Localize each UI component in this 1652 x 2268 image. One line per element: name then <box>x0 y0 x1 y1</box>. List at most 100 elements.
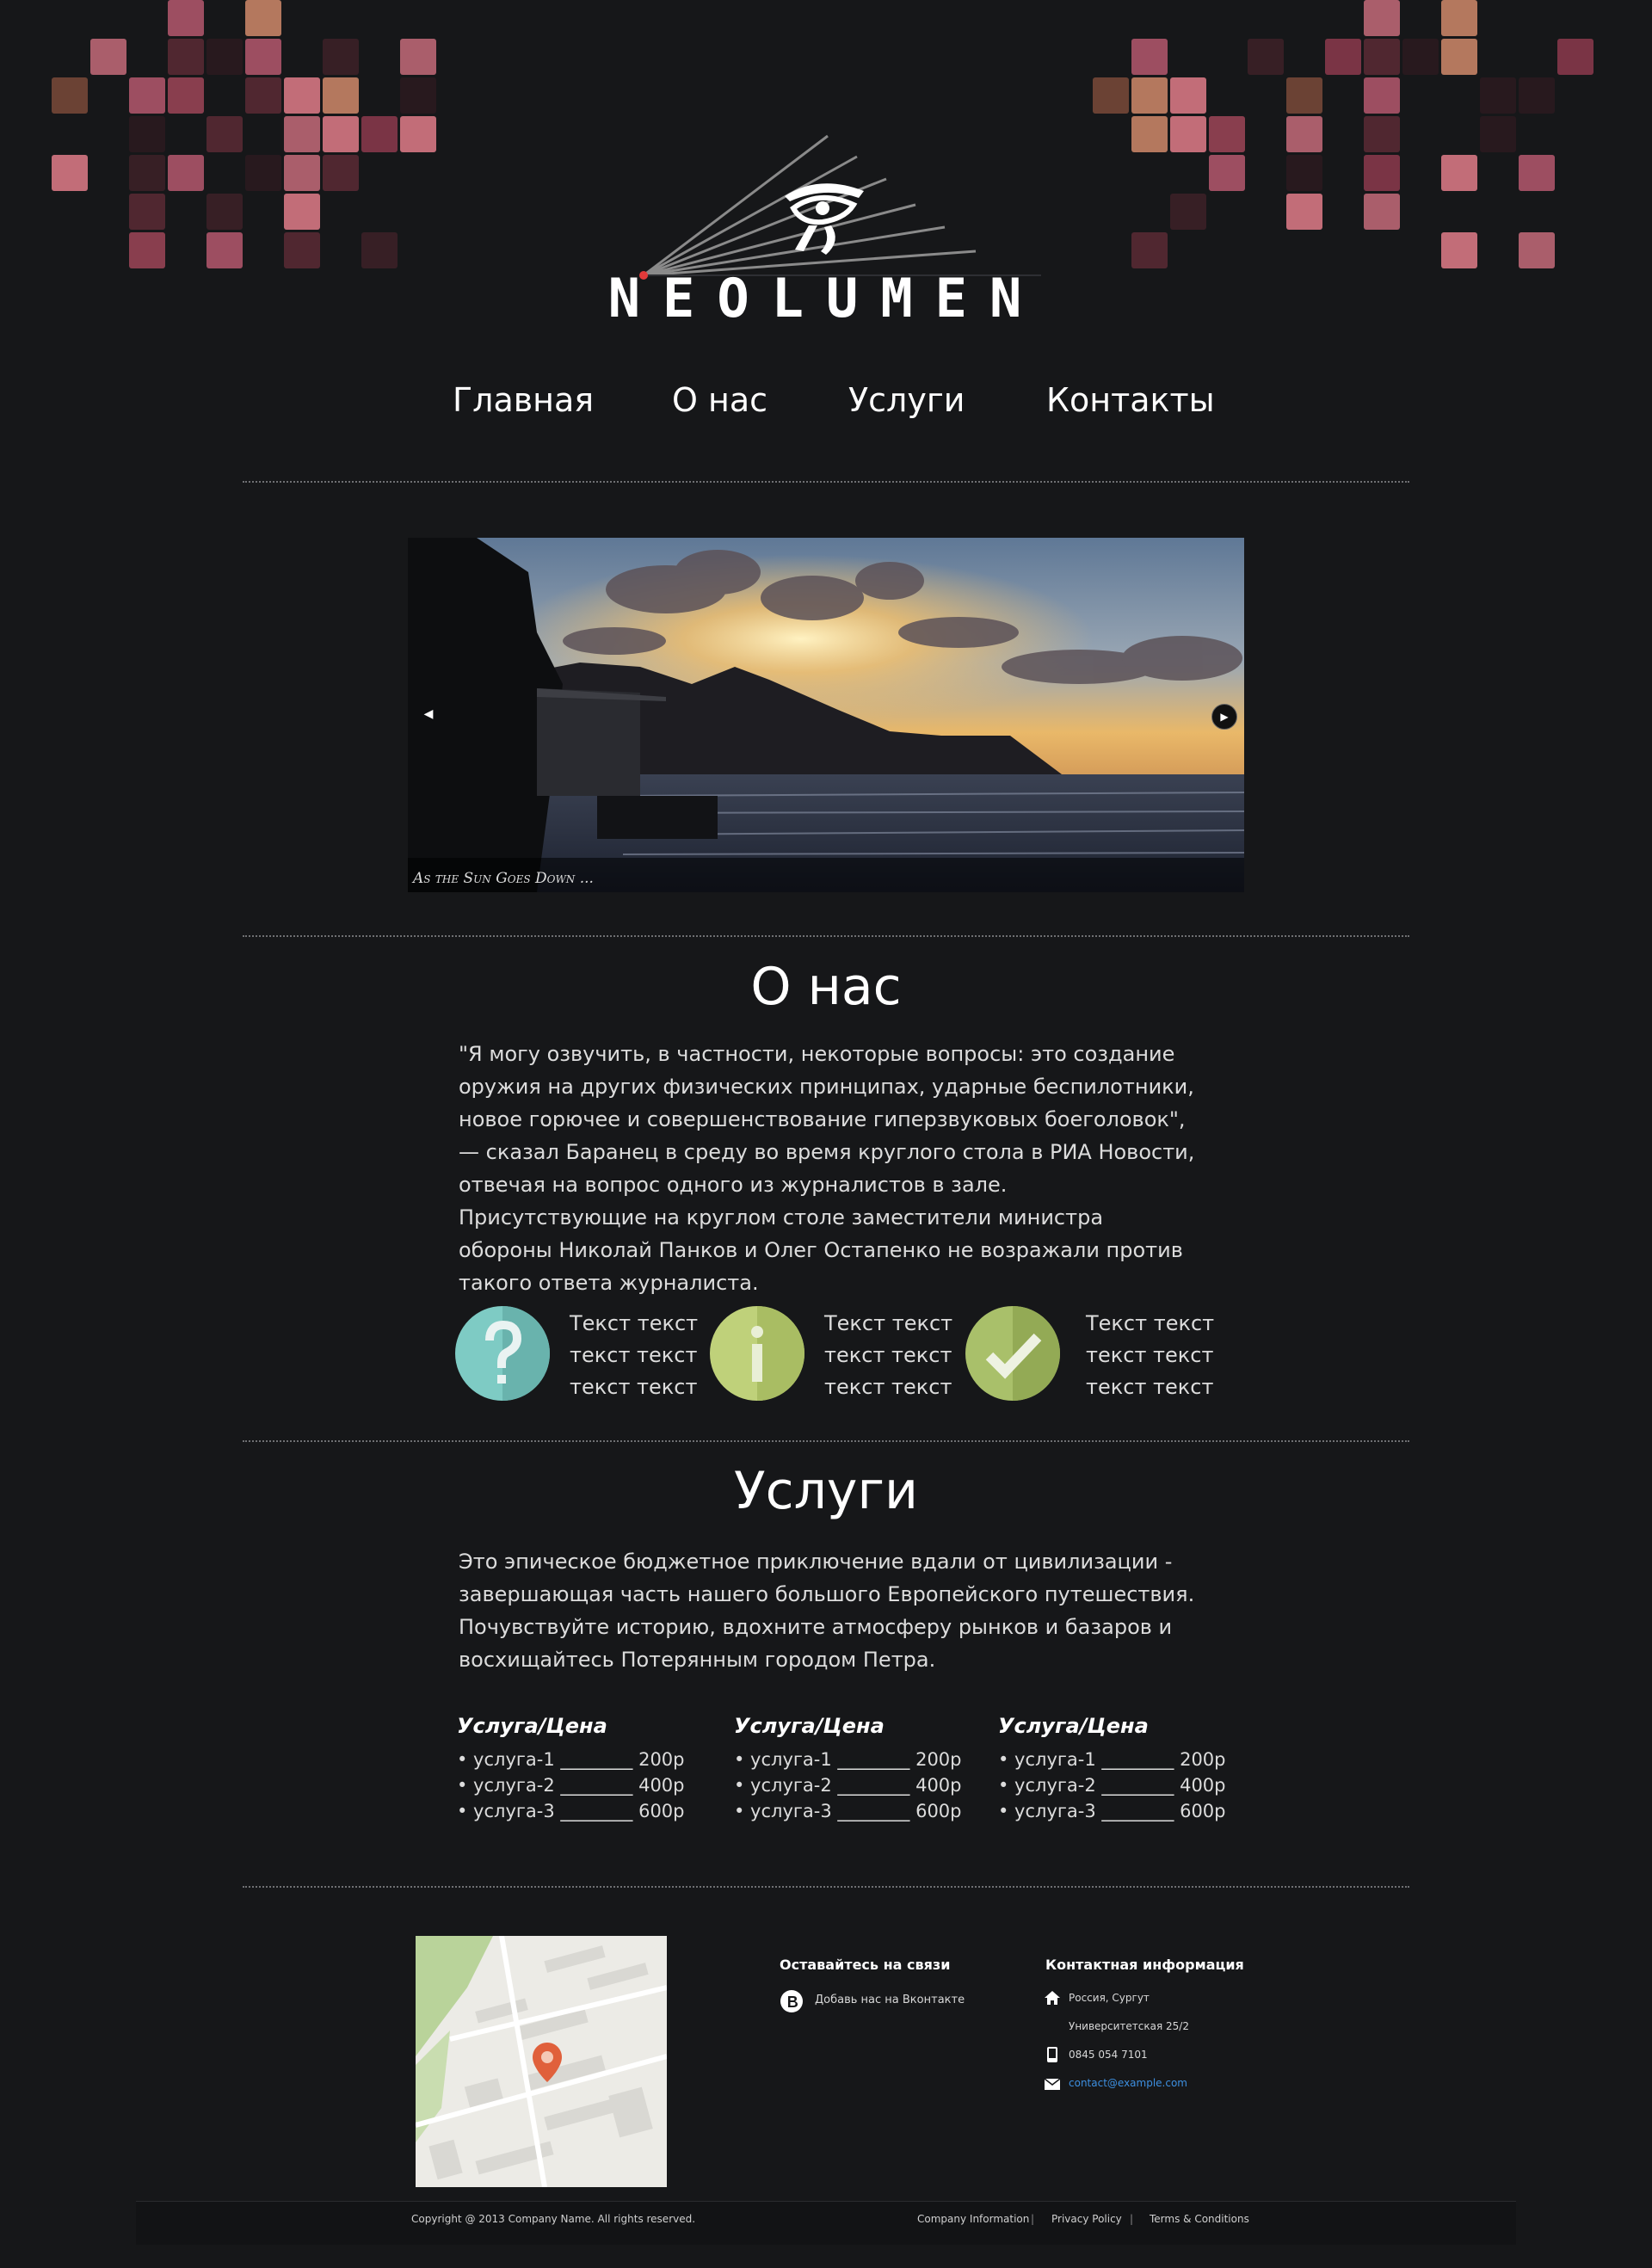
pixel-tile <box>284 116 320 152</box>
pixel-tile <box>1286 155 1322 191</box>
decorative-pixel-mosaic-right <box>1093 0 1609 284</box>
divider <box>243 1886 1409 1888</box>
home-icon <box>1045 1991 1060 2005</box>
pixel-tile <box>1519 232 1555 268</box>
footer-separator: | <box>1031 2213 1035 2225</box>
pixel-tile <box>1364 116 1400 152</box>
vk-icon[interactable] <box>780 1990 803 2012</box>
pixel-tile <box>1519 155 1555 191</box>
pixel-tile <box>361 116 398 152</box>
vk-link[interactable]: Добавь нас на Вконтакте <box>815 1994 965 2006</box>
service-item: • услуга-3 ________ 600р <box>457 1801 685 1821</box>
pixel-tile <box>245 77 281 114</box>
pixel-tile <box>206 232 243 268</box>
address-line-1: Россия, Сургут <box>1069 1992 1150 2004</box>
pixel-tile <box>1093 77 1129 114</box>
pixel-tile <box>168 39 204 75</box>
service-item: • услуга-2 ________ 400р <box>998 1775 1226 1796</box>
prev-arrow-icon[interactable]: ◀ <box>418 704 439 724</box>
nav-item-about[interactable]: О нас <box>672 379 767 422</box>
pixel-tile <box>129 77 165 114</box>
pixel-tile <box>1364 39 1400 75</box>
service-item: • услуга-2 ________ 400р <box>457 1775 685 1796</box>
pixel-tile <box>1441 39 1477 75</box>
service-column-title: Услуга/Цена <box>734 1714 885 1738</box>
pixel-tile <box>1209 116 1245 152</box>
footer-link-company-info[interactable]: Company Information <box>917 2213 1029 2225</box>
pixel-tile <box>1131 232 1168 268</box>
pixel-tile <box>168 77 204 114</box>
next-arrow-icon[interactable]: ▶ <box>1211 704 1237 730</box>
nav-item-home[interactable]: Главная <box>453 379 594 422</box>
divider <box>243 481 1409 483</box>
pixel-tile <box>1402 39 1439 75</box>
pixel-tile <box>1441 155 1477 191</box>
pixel-tile <box>1480 77 1516 114</box>
service-item: • услуга-3 ________ 600р <box>734 1801 962 1821</box>
pixel-tile <box>1170 194 1206 230</box>
pixel-tile <box>284 194 320 230</box>
pixel-tile <box>52 155 88 191</box>
pixel-tile <box>1364 0 1400 36</box>
footer-link-privacy[interactable]: Privacy Policy <box>1051 2213 1122 2225</box>
pixel-tile <box>52 77 88 114</box>
pixel-tile <box>1286 77 1322 114</box>
footer-separator: | <box>1130 2213 1134 2225</box>
pixel-tile <box>1209 155 1245 191</box>
phone-number: 0845 054 7101 <box>1069 2049 1148 2061</box>
service-item: • услуга-2 ________ 400р <box>734 1775 962 1796</box>
pixel-tile <box>400 77 436 114</box>
services-title: Услуги <box>734 1461 918 1521</box>
pixel-tile <box>129 116 165 152</box>
pixel-tile <box>361 232 398 268</box>
footer-link-terms[interactable]: Terms & Conditions <box>1150 2213 1249 2225</box>
image-slider: ◀ ▶ As the Sun Goes Down ... <box>408 538 1244 892</box>
pixel-tile <box>90 39 126 75</box>
service-item: • услуга-1 ________ 200р <box>457 1749 685 1770</box>
decorative-pixel-mosaic-left <box>52 0 568 284</box>
pixel-tile <box>1170 77 1206 114</box>
nav-item-services[interactable]: Услуги <box>848 379 965 422</box>
location-map[interactable] <box>416 1936 667 2187</box>
pixel-tile <box>1131 116 1168 152</box>
pixel-tile <box>1364 77 1400 114</box>
email-link[interactable]: contact@example.com <box>1069 2077 1187 2089</box>
address-line-2: Университетская 25/2 <box>1069 2020 1189 2032</box>
feature-text-3: Текст текст текст текст текст текст <box>1086 1311 1215 1399</box>
contact-title: Контактная информация <box>1045 1957 1244 1973</box>
pixel-tile <box>245 0 281 36</box>
question-icon <box>455 1306 550 1401</box>
about-title: О нас <box>750 957 902 1017</box>
services-text: Это эпическое бюджетное приключение вдал… <box>459 1550 1195 1672</box>
mail-icon <box>1045 2079 1060 2090</box>
footer-bar <box>136 2201 1516 2245</box>
copyright: Copyright @ 2013 Company Name. All right… <box>411 2213 696 2225</box>
pixel-tile <box>1286 194 1322 230</box>
checkmark-icon <box>965 1306 1060 1401</box>
pixel-tile <box>284 77 320 114</box>
nav-item-contacts[interactable]: Контакты <box>1046 379 1215 422</box>
pixel-tile <box>129 194 165 230</box>
pixel-tile <box>1480 116 1516 152</box>
service-item: • услуга-1 ________ 200р <box>734 1749 962 1770</box>
pixel-tile <box>1364 155 1400 191</box>
pixel-tile <box>400 39 436 75</box>
service-item: • услуга-1 ________ 200р <box>998 1749 1226 1770</box>
service-column-3: Услуга/Цена • услуга-1 ________ 200р • у… <box>998 1712 1226 1824</box>
pixel-tile <box>129 155 165 191</box>
pixel-tile <box>206 39 243 75</box>
pixel-tile <box>284 232 320 268</box>
feature-text-1: Текст текст текст текст текст текст <box>570 1311 699 1399</box>
pixel-tile <box>1557 39 1593 75</box>
pixel-tile <box>1170 116 1206 152</box>
pixel-tile <box>206 194 243 230</box>
service-column-title: Услуга/Цена <box>457 1714 607 1738</box>
pixel-tile <box>323 39 359 75</box>
pixel-tile <box>1364 194 1400 230</box>
main-nav: Главная О нас Услуги Контакты <box>0 379 1652 430</box>
pixel-tile <box>284 155 320 191</box>
map-pin-icon <box>533 2043 562 2082</box>
pixel-tile <box>323 116 359 152</box>
pixel-tile <box>245 155 281 191</box>
service-item: • услуга-3 ________ 600р <box>998 1801 1226 1821</box>
